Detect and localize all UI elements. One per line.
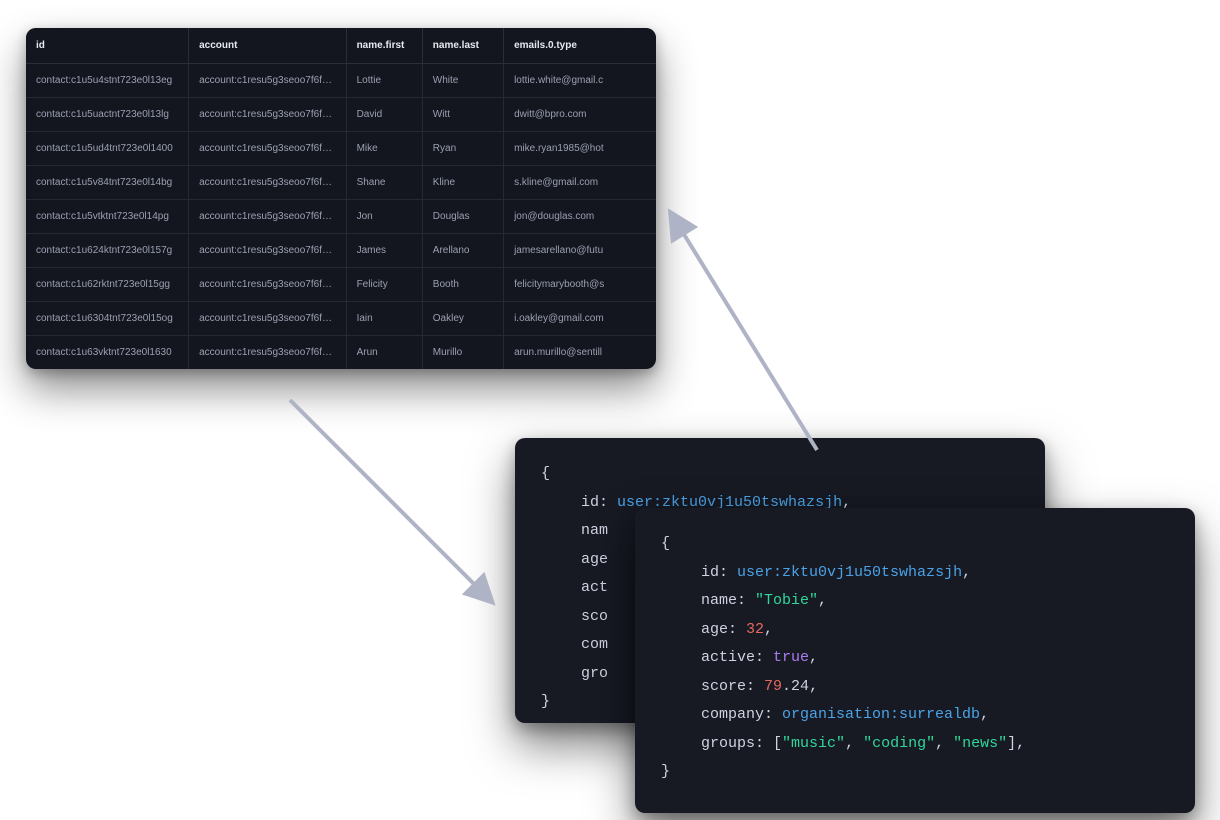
table-header-row: id account name.first name.last emails.0… bbox=[26, 28, 656, 64]
table-row: contact:c1u624ktnt723e0l157gaccount:c1re… bbox=[26, 234, 656, 268]
table-cell: contact:c1u624ktnt723e0l157g bbox=[26, 234, 189, 268]
table-cell: James bbox=[346, 234, 422, 268]
col-header-id: id bbox=[26, 28, 189, 64]
table-cell: contact:c1u5u4stnt723e0l13eg bbox=[26, 64, 189, 98]
table-cell: Booth bbox=[422, 268, 503, 302]
table-cell: account:c1resu5g3seoo7f6f7pg bbox=[189, 268, 347, 302]
table-cell: lottie.white@gmail.c bbox=[504, 64, 656, 98]
table-cell: Jon bbox=[346, 200, 422, 234]
table-cell: contact:c1u63vktnt723e0l1630 bbox=[26, 336, 189, 370]
table-row: contact:c1u6304tnt723e0l15ogaccount:c1re… bbox=[26, 302, 656, 336]
table-cell: dwitt@bpro.com bbox=[504, 98, 656, 132]
table-cell: account:c1resu5g3seoo7f6f7pg bbox=[189, 200, 347, 234]
table-cell: account:c1resu5g3seoo7f6f7pg bbox=[189, 132, 347, 166]
table-cell: jon@douglas.com bbox=[504, 200, 656, 234]
table-cell: contact:c1u5vtktnt723e0l14pg bbox=[26, 200, 189, 234]
table-cell: Oakley bbox=[422, 302, 503, 336]
table-cell: account:c1resu5g3seoo7f6f7pg bbox=[189, 166, 347, 200]
table-row: contact:c1u5ud4tnt723e0l1400account:c1re… bbox=[26, 132, 656, 166]
code-panel-front: { id: user:zktu0vj1u50tswhazsjh, name: "… bbox=[635, 508, 1195, 813]
table-cell: contact:c1u6304tnt723e0l15og bbox=[26, 302, 189, 336]
table-cell: Iain bbox=[346, 302, 422, 336]
arrow-up-icon bbox=[647, 190, 847, 470]
table-cell: account:c1resu5g3seoo7f6f7pg bbox=[189, 98, 347, 132]
table-cell: jamesarellano@futu bbox=[504, 234, 656, 268]
table-cell: account:c1resu5g3seoo7f6f7pg bbox=[189, 234, 347, 268]
table-cell: account:c1resu5g3seoo7f6f7pg bbox=[189, 302, 347, 336]
table-row: contact:c1u5v84tnt723e0l14bgaccount:c1re… bbox=[26, 166, 656, 200]
code-key: id bbox=[581, 494, 599, 511]
table-cell: Arellano bbox=[422, 234, 503, 268]
col-header-email: emails.0.type bbox=[504, 28, 656, 64]
table-cell: s.kline@gmail.com bbox=[504, 166, 656, 200]
table-cell: Douglas bbox=[422, 200, 503, 234]
table-cell: contact:c1u5ud4tnt723e0l1400 bbox=[26, 132, 189, 166]
table-row: contact:c1u63vktnt723e0l1630account:c1re… bbox=[26, 336, 656, 370]
contacts-table: id account name.first name.last emails.0… bbox=[26, 28, 656, 369]
table-row: contact:c1u62rktnt723e0l15ggaccount:c1re… bbox=[26, 268, 656, 302]
arrow-down-icon bbox=[270, 380, 530, 630]
table-cell: Mike bbox=[346, 132, 422, 166]
table-cell: contact:c1u5v84tnt723e0l14bg bbox=[26, 166, 189, 200]
table-cell: Lottie bbox=[346, 64, 422, 98]
col-header-first: name.first bbox=[346, 28, 422, 64]
table-cell: account:c1resu5g3seoo7f6f7pg bbox=[189, 336, 347, 370]
col-header-account: account bbox=[189, 28, 347, 64]
table-cell: Witt bbox=[422, 98, 503, 132]
table-cell: i.oakley@gmail.com bbox=[504, 302, 656, 336]
table-cell: Kline bbox=[422, 166, 503, 200]
col-header-last: name.last bbox=[422, 28, 503, 64]
table-cell: Shane bbox=[346, 166, 422, 200]
table-cell: White bbox=[422, 64, 503, 98]
table-cell: arun.murillo@sentill bbox=[504, 336, 656, 370]
table-cell: account:c1resu5g3seoo7f6f7pg bbox=[189, 64, 347, 98]
table-cell: David bbox=[346, 98, 422, 132]
table-row: contact:c1u5u4stnt723e0l13egaccount:c1re… bbox=[26, 64, 656, 98]
table-cell: mike.ryan1985@hot bbox=[504, 132, 656, 166]
table-cell: Arun bbox=[346, 336, 422, 370]
table-cell: contact:c1u5uactnt723e0l13lg bbox=[26, 98, 189, 132]
table-row: contact:c1u5uactnt723e0l13lgaccount:c1re… bbox=[26, 98, 656, 132]
table-cell: felicitymarybooth@s bbox=[504, 268, 656, 302]
table-cell: Murillo bbox=[422, 336, 503, 370]
contacts-table-panel: id account name.first name.last emails.0… bbox=[26, 28, 656, 369]
table-cell: contact:c1u62rktnt723e0l15gg bbox=[26, 268, 189, 302]
table-row: contact:c1u5vtktnt723e0l14pgaccount:c1re… bbox=[26, 200, 656, 234]
table-cell: Ryan bbox=[422, 132, 503, 166]
table-cell: Felicity bbox=[346, 268, 422, 302]
